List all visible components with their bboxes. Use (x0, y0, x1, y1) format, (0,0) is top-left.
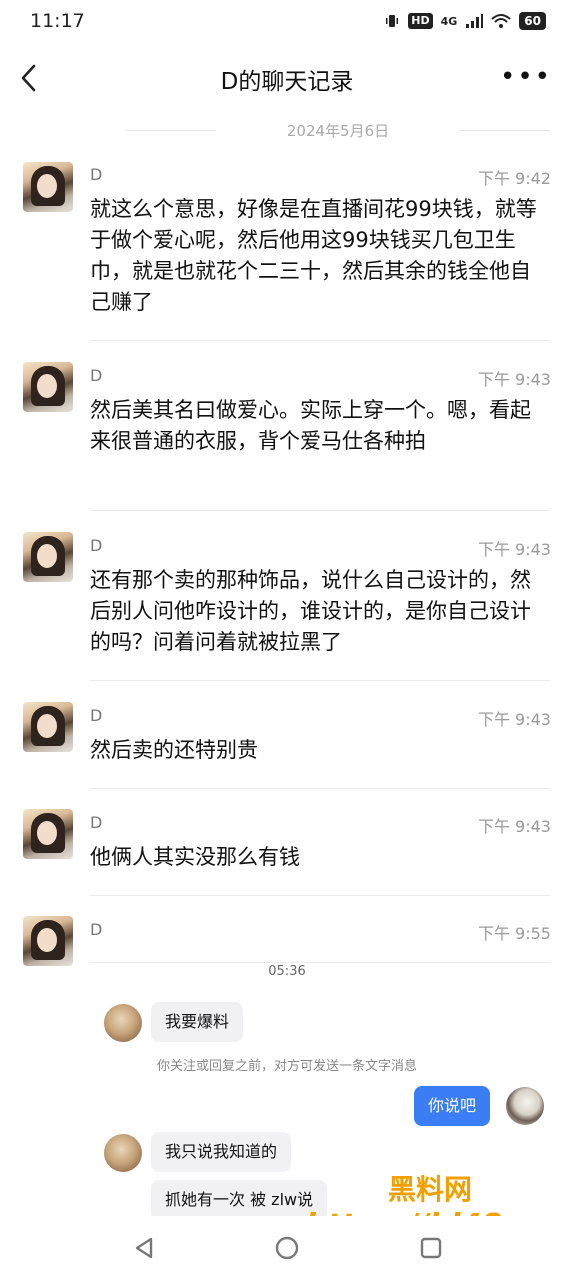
page-title: D的聊天记录 (220, 69, 354, 95)
message-text: 然后美其名曰做爱心。实际上穿一个。嗯，看起来很普通的衣服，背个爱马仕各种拍 (90, 398, 531, 453)
status-time: 11:17 (30, 10, 85, 32)
message-text: 还有那个卖的那种饰品，说什么自己设计的，然后别人问他咋设计的，谁设计的，是你自己… (90, 568, 531, 654)
message-time: 下午 9:43 (477, 817, 551, 836)
wifi-icon (491, 14, 511, 28)
embedded-avatar (104, 1004, 142, 1042)
message-time: 下午 9:43 (477, 540, 551, 559)
sender-name: D (90, 813, 103, 832)
embedded-notice: 你关注或回复之前，对方可发送一条文字消息 (156, 1059, 417, 1074)
message-time: 下午 9:55 (477, 924, 551, 943)
avatar[interactable] (23, 362, 73, 412)
network-label: 4G (440, 14, 458, 28)
separator (90, 895, 550, 896)
embedded-avatar (104, 1134, 142, 1172)
watermark-line1: 黑料网 (387, 1173, 472, 1206)
nav-home-icon[interactable] (273, 1234, 301, 1262)
separator (90, 962, 550, 963)
status-bar: 11:17 HD 4G 60 (0, 0, 574, 44)
nav-recents-icon[interactable] (417, 1234, 445, 1262)
vibrate-icon (386, 15, 399, 27)
sender-name: D (90, 920, 103, 939)
avatar[interactable] (23, 916, 73, 966)
avatar[interactable] (23, 532, 73, 582)
nav-back-icon[interactable] (130, 1234, 158, 1262)
message-text: 就这么个意思，好像是在直播间花99块钱，就等于做个爱心呢，然后他用这99块钱买几… (90, 197, 537, 314)
message-text: 他俩人其实没那么有钱 (90, 845, 300, 869)
sender-name: D (90, 366, 103, 385)
message-text: 然后卖的还特别贵 (90, 738, 258, 762)
header: D的聊天记录 ••• (0, 50, 574, 110)
signal-icon (466, 14, 484, 28)
embedded-bubble: 我要爆料 (151, 1002, 244, 1042)
message-time: 下午 9:43 (477, 370, 551, 389)
system-nav-bar (0, 1216, 574, 1280)
avatar[interactable] (23, 702, 73, 752)
sender-name: D (90, 536, 103, 555)
divider-line-right (460, 130, 550, 131)
embedded-bubble: 我只说我知道的 (151, 1132, 292, 1172)
separator (90, 680, 550, 681)
separator (90, 510, 550, 511)
separator (90, 340, 550, 341)
message-time: 下午 9:42 (477, 169, 551, 188)
sender-name: D (90, 706, 103, 725)
message-time: 下午 9:43 (477, 710, 551, 729)
date-divider: 2024年5月6日 (126, 118, 550, 142)
sender-name: D (90, 165, 103, 184)
avatar[interactable] (23, 162, 73, 212)
avatar[interactable] (23, 809, 73, 859)
more-options-icon[interactable]: ••• (500, 62, 552, 92)
separator (90, 788, 550, 789)
status-icons: HD 4G 60 (384, 12, 546, 30)
embedded-time: 05:36 (268, 964, 306, 979)
embedded-my-avatar (506, 1087, 544, 1125)
battery-icon: 60 (519, 12, 546, 30)
embedded-my-bubble: 你说吧 (414, 1086, 491, 1126)
embedded-bubble: 抓她有一次 被 zlw说 (151, 1180, 328, 1220)
hd-badge: HD (408, 13, 433, 29)
